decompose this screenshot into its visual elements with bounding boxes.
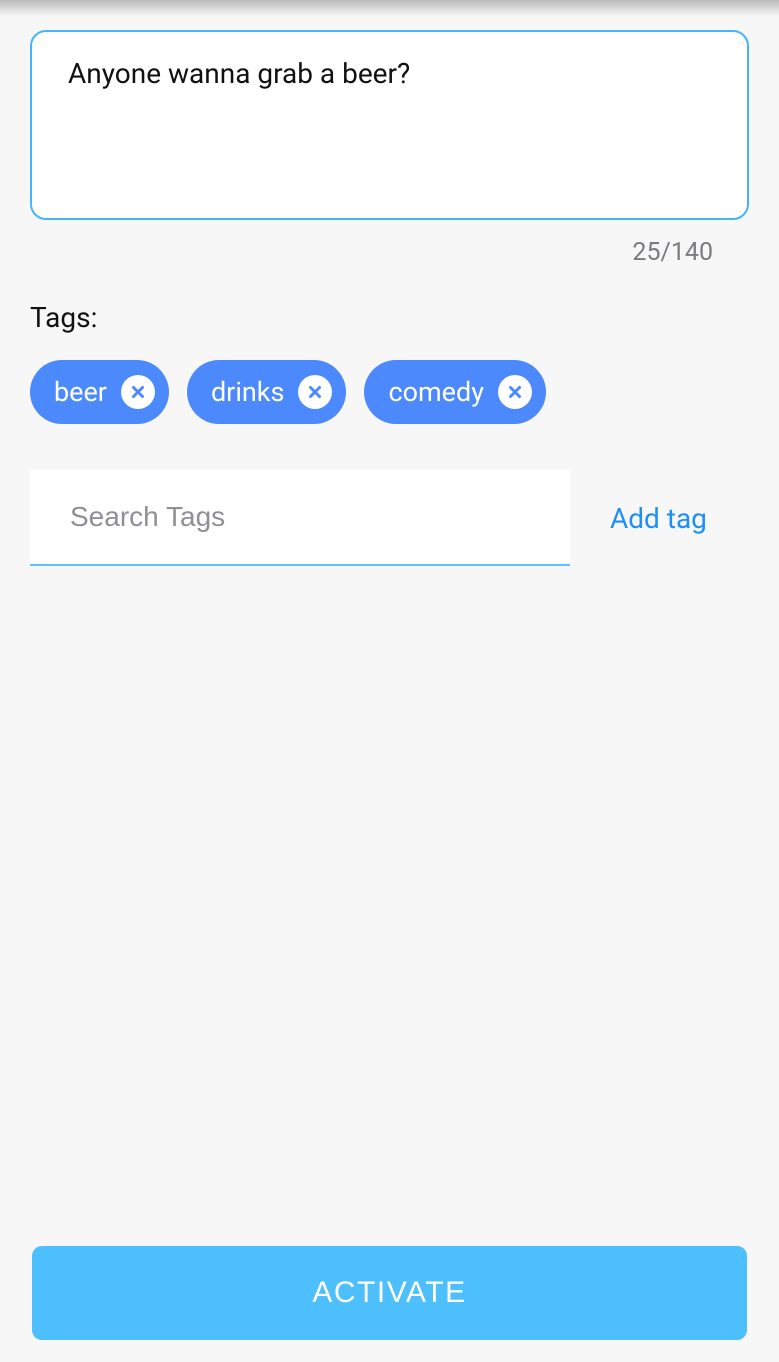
tag-chip-drinks[interactable]: drinks [187, 360, 346, 424]
character-counter: 25/140 [30, 238, 713, 267]
close-icon [306, 376, 324, 408]
remove-tag-button[interactable] [498, 375, 532, 409]
search-tags-input[interactable] [30, 470, 570, 566]
close-icon [129, 376, 147, 408]
main-content: Anyone wanna grab a beer? 25/140 Tags: b… [0, 0, 779, 566]
tag-label: drinks [211, 376, 284, 408]
search-tag-row: Add tag [30, 470, 749, 566]
compose-text: Anyone wanna grab a beer? [68, 57, 410, 90]
tag-chip-comedy[interactable]: comedy [364, 360, 546, 424]
tag-label: comedy [388, 376, 484, 408]
tag-chip-beer[interactable]: beer [30, 360, 169, 424]
add-tag-link[interactable]: Add tag [610, 502, 707, 535]
close-icon [506, 376, 524, 408]
remove-tag-button[interactable] [121, 375, 155, 409]
activate-button[interactable]: ACTIVATE [32, 1246, 747, 1340]
tags-heading: Tags: [30, 301, 749, 334]
tag-label: beer [54, 376, 107, 408]
compose-textarea[interactable]: Anyone wanna grab a beer? [30, 30, 749, 220]
remove-tag-button[interactable] [298, 375, 332, 409]
tags-row: beer drinks comedy [30, 360, 749, 424]
